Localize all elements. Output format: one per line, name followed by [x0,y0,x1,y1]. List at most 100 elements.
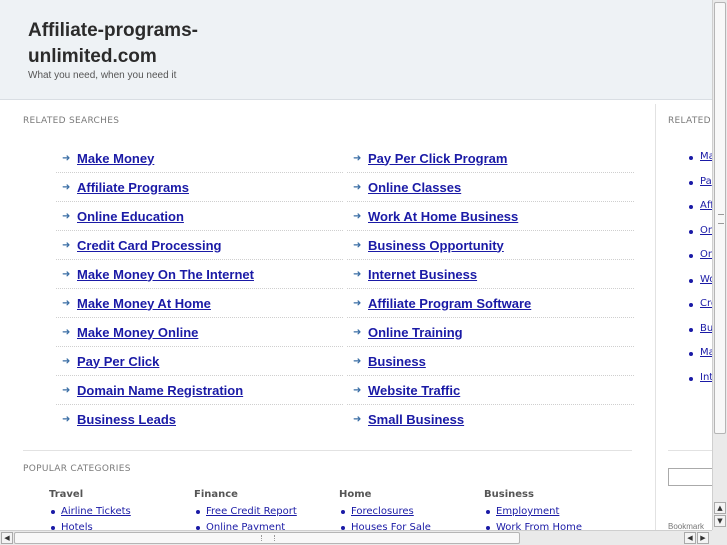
category-list-item: Work From Home [484,520,629,530]
vertical-scroll-thumb[interactable] [714,2,726,434]
related-search-link[interactable]: Make Money [77,151,154,166]
related-search-link[interactable]: Work At Home Business [368,209,518,224]
category-link-list: Foreclosures Houses For Sale [339,504,484,530]
related-search-link[interactable]: Business Leads [77,412,176,427]
sidebar-related-link[interactable]: Inte [700,372,712,383]
related-search-link[interactable]: Internet Business [368,267,477,282]
related-search-row: ➜ Credit Card Processing [56,231,343,260]
arrow-right-icon: ➜ [353,384,362,396]
sidebar-search-input[interactable] [668,468,712,486]
sidebar-related-link[interactable]: Wo [700,274,712,285]
category-link[interactable]: Work From Home [496,522,582,530]
sidebar-related-heading: RELATED [668,116,711,126]
arrow-right-icon: ➜ [62,239,71,251]
sidebar-list-item: Ma [688,347,712,372]
related-search-link[interactable]: Pay Per Click Program [368,151,507,166]
related-search-row: ➜ Affiliate Program Software [347,289,634,318]
scroll-down-arrow-icon[interactable]: ▼ [714,515,726,527]
sidebar-related-link[interactable]: Pa [700,176,712,187]
arrow-right-icon: ➜ [62,414,71,425]
arrow-right-icon: ➜ [353,239,362,251]
category-link-list: Airline Tickets Hotels [49,504,194,530]
arrow-right-icon: ➜ [62,152,71,164]
sidebar-related-link[interactable]: Ma [700,347,712,358]
related-search-link[interactable]: Online Classes [368,180,461,195]
arrow-right-icon: ➜ [353,268,362,280]
related-search-link[interactable]: Online Education [77,209,184,224]
related-search-link[interactable]: Make Money Online [77,325,198,340]
related-search-link[interactable]: Make Money At Home [77,296,211,311]
sidebar-related-link[interactable]: Bu [700,323,712,334]
scroll-up-arrow-icon[interactable]: ▲ [714,502,726,514]
related-search-link[interactable]: Pay Per Click [77,354,159,369]
sidebar-list-item: On [688,225,712,250]
category-heading: Finance [194,489,238,500]
related-search-row: ➜ Small Business [347,405,634,434]
horizontal-scrollbar[interactable]: ◀ ◀ ▶ [0,530,712,545]
sidebar-list-item: Pa [688,176,712,201]
related-search-row: ➜ Work At Home Business [347,202,634,231]
category-link[interactable]: Airline Tickets [61,506,131,517]
category-list-item: Hotels [49,520,194,530]
sidebar-related-link[interactable]: On [700,225,712,236]
category-link[interactable]: Hotels [61,522,93,530]
horizontal-scroll-grip-icon [261,535,275,541]
arrow-right-icon: ➜ [62,355,71,367]
category-link[interactable]: Foreclosures [351,506,414,517]
related-search-link[interactable]: Make Money On The Internet [77,267,254,282]
sidebar-bookmark-text[interactable]: Bookmark [668,522,704,530]
scroll-right-arrow-icon[interactable]: ▶ [697,532,709,544]
related-search-row: ➜ Domain Name Registration [56,376,343,405]
category-list-item: Houses For Sale [339,520,484,530]
related-search-row: ➜ Online Education [56,202,343,231]
arrow-right-icon: ➜ [353,297,362,309]
arrow-right-icon: ➜ [353,355,362,367]
category-link[interactable]: Online Payment [206,522,285,530]
related-searches-left-column: ➜ Make Money ➜ Affiliate Programs ➜ Online Ed… [56,144,343,434]
arrow-right-icon: ➜ [62,326,71,338]
sidebar-related-link[interactable]: Cre [700,298,712,309]
related-search-link[interactable]: Website Traffic [368,383,460,398]
related-search-row: ➜ Internet Business [347,260,634,289]
category-link[interactable]: Houses For Sale [351,522,431,530]
category-list-item: Free Credit Report [194,504,339,520]
category-list-item: Airline Tickets [49,504,194,520]
related-search-link[interactable]: Business [368,354,426,369]
category-link[interactable]: Free Credit Report [206,506,297,517]
scroll-left-arrow-icon-secondary[interactable]: ◀ [684,532,696,544]
page-viewport: Affiliate-programs-unlimited.com What yo… [0,0,712,530]
related-search-row: ➜ Make Money [56,144,343,173]
related-search-link[interactable]: Online Training [368,325,463,340]
vertical-scrollbar[interactable]: ▲ ▼ [712,0,727,530]
related-search-link[interactable]: Affiliate Programs [77,180,189,195]
category-heading: Business [484,489,534,500]
scrollbar-corner [712,530,727,545]
sidebar-related-link[interactable]: On [700,249,712,260]
related-search-row: ➜ Make Money Online [56,318,343,347]
scroll-left-arrow-icon[interactable]: ◀ [1,532,13,544]
sidebar-list-item: Bu [688,323,712,348]
arrow-right-icon: ➜ [353,326,362,338]
related-search-link[interactable]: Affiliate Program Software [368,296,531,311]
horizontal-scroll-thumb[interactable] [14,532,520,544]
category-list-item: Online Payment [194,520,339,530]
related-search-row: ➜ Make Money At Home [56,289,343,318]
related-search-row: ➜ Pay Per Click Program [347,144,634,173]
category-column: Business Employment Work From Home [484,489,629,530]
category-link[interactable]: Employment [496,506,559,517]
related-search-row: ➜ Affiliate Programs [56,173,343,202]
related-search-link[interactable]: Business Opportunity [368,238,504,253]
sidebar-related-link[interactable]: Aff [700,200,712,211]
site-title[interactable]: Affiliate-programs-unlimited.com [28,18,228,70]
category-link-list: Free Credit Report Online Payment [194,504,339,530]
related-search-link[interactable]: Credit Card Processing [77,238,222,253]
related-search-link[interactable]: Domain Name Registration [77,383,243,398]
related-search-link[interactable]: Small Business [368,412,464,427]
sidebar-related-link[interactable]: Ma [700,151,712,162]
sidebar-list-item: Aff [688,200,712,225]
sidebar-list-item: Cre [688,298,712,323]
category-heading: Home [339,489,372,500]
category-list-item: Employment [484,504,629,520]
arrow-right-icon: ➜ [62,384,71,396]
arrow-right-icon: ➜ [353,210,362,222]
